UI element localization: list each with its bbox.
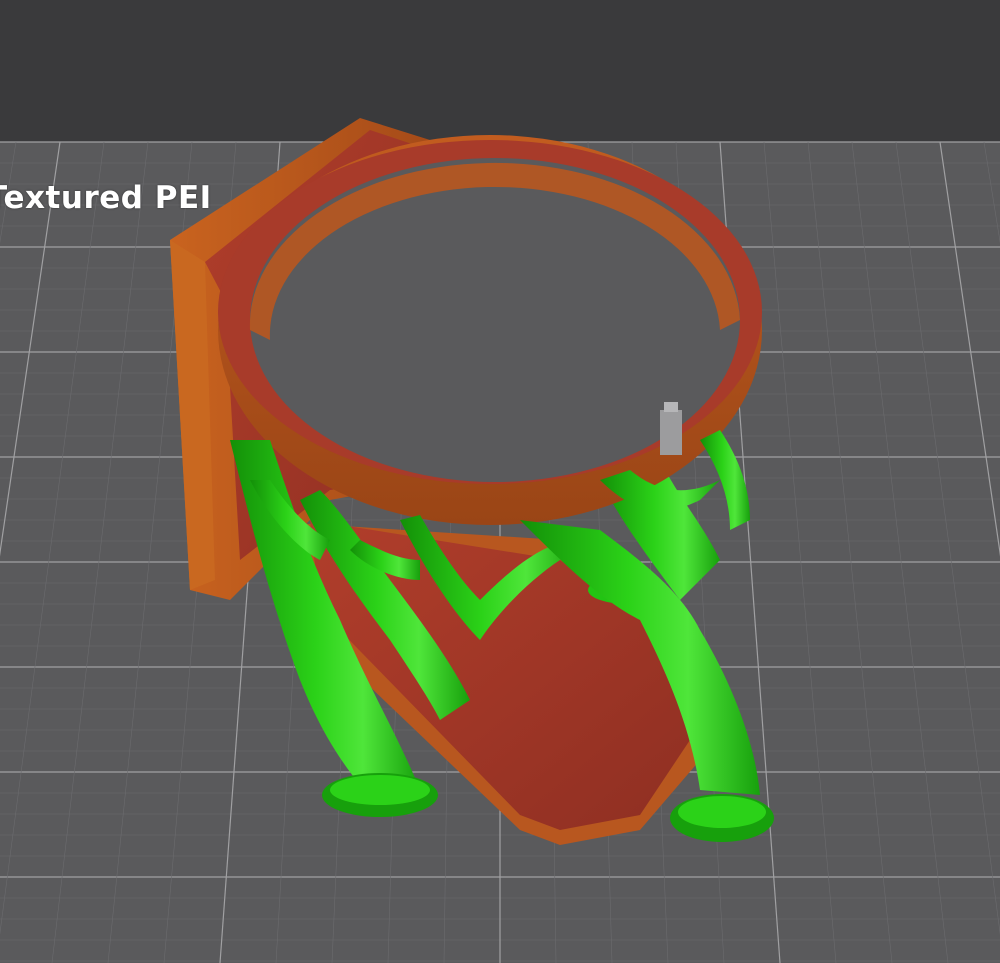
model-ring: [218, 135, 762, 525]
bed-texture-label: Textured PEI: [0, 180, 212, 216]
build-plate-scene[interactable]: [0, 0, 1000, 963]
3d-viewport[interactable]: Textured PEI: [0, 0, 1000, 963]
